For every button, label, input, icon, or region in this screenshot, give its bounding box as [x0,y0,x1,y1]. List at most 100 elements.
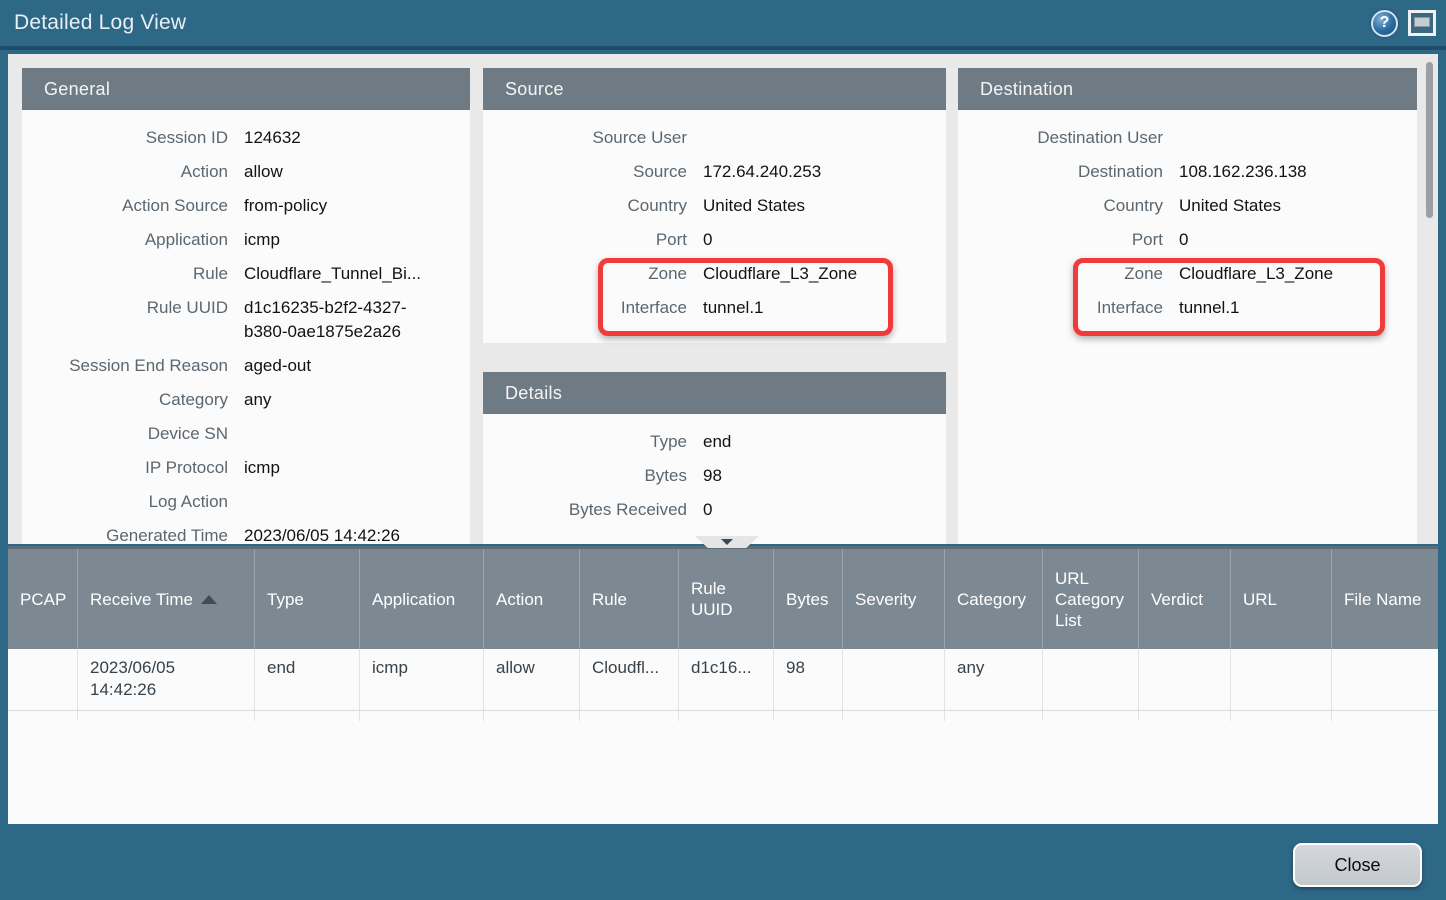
table-row[interactable]: 2023/06/05 14:42:26 end icmp allow Cloud… [8,649,1438,711]
close-button[interactable]: Close [1293,843,1422,887]
column-header-label: Verdict [1151,589,1203,610]
titlebar-icons: ? [1371,10,1446,37]
field-value: 172.64.240.253 [703,160,821,184]
column-header-label: URL Category List [1055,568,1132,631]
field-value: United States [703,194,805,218]
column-header-label: File Name [1344,589,1421,610]
field-value: aged-out [244,354,311,378]
column-header-url[interactable]: URL [1231,549,1332,649]
cell-action: allow [484,649,580,710]
dialog-titlebar: Detailed Log View ? [0,0,1446,50]
chevron-down-icon [721,539,733,545]
column-header-verdict[interactable]: Verdict [1139,549,1231,649]
cell-application: icmp [360,649,484,710]
cell-value: icmp [372,658,408,677]
destination-panel: Destination Destination User Destination… [958,68,1417,544]
field-value: tunnel.1 [1179,296,1240,320]
column-header-label: Application [372,589,455,610]
column-header-receive-time[interactable]: Receive Time [78,549,255,649]
field-row-category: Categoryany [22,388,470,412]
dialog-title: Detailed Log View [0,11,186,35]
column-header-label: Category [957,589,1026,610]
field-row-interface: Interfacetunnel.1 [483,296,946,320]
field-label: Bytes [483,464,687,488]
cell-value: Cloudfl... [592,658,659,677]
column-header-application[interactable]: Application [360,549,484,649]
field-row-session-end-reason: Session End Reason aged-out [22,354,470,378]
column-header-label: Rule UUID [691,578,767,620]
cell-receive-time: 2023/06/05 14:42:26 [78,649,255,710]
help-icon[interactable]: ? [1371,10,1398,37]
field-label: Bytes Received [483,498,687,522]
column-header-label: PCAP [20,589,66,610]
field-label: Rule [22,262,228,286]
field-label: Interface [958,296,1163,320]
column-header-action[interactable]: Action [484,549,580,649]
destination-panel-header: Destination [958,68,1417,110]
field-label: Device SN [22,422,228,446]
field-row-action-source: Action Sourcefrom-policy [22,194,470,218]
field-value: icmp [244,456,280,480]
cell-severity [843,649,945,710]
field-value: any [244,388,271,412]
column-header-type[interactable]: Type [255,549,360,649]
cell-value: end [267,658,295,677]
cell-pcap [8,649,78,710]
field-row-bytes-received: Bytes Received0 [483,498,946,522]
column-header-file-name[interactable]: File Name [1332,549,1438,649]
field-row-log-action: Log Action [22,490,470,514]
cell-url-category-list [1043,649,1139,710]
column-header-bytes[interactable]: Bytes [774,549,843,649]
field-label: IP Protocol [22,456,228,480]
field-label: Destination User [958,126,1163,150]
field-label: Application [22,228,228,252]
column-header-pcap[interactable]: PCAP [8,549,78,649]
field-label: Rule UUID [22,296,228,344]
destination-panel-body: Destination User Destination108.162.236.… [958,110,1417,320]
field-row-session-id: Session ID124632 [22,126,470,150]
general-panel-header: General [22,68,470,110]
field-row-interface: Interface tunnel.1 [958,296,1417,320]
field-row-action: Actionallow [22,160,470,184]
field-row-source-user: Source User [483,126,946,150]
field-row-port: Port 0 [958,228,1417,252]
field-label: Port [958,228,1163,252]
field-row-destination-user: Destination User [958,126,1417,150]
field-value: 0 [1179,228,1188,252]
column-header-url-category-list[interactable]: URL Category List [1043,549,1139,649]
column-header-label: Type [267,589,304,610]
field-label: Action [22,160,228,184]
field-value: d1c16235-b2f2-4327-b380-0ae1875e2a26 [244,296,444,344]
field-value: Cloudflare_Tunnel_Bi... [244,262,421,286]
cell-type: end [255,649,360,710]
column-header-rule[interactable]: Rule [580,549,679,649]
sort-ascending-icon [201,595,217,604]
log-table-header: PCAP Receive Time Type Application Actio… [8,549,1438,649]
column-header-label: URL [1243,589,1277,610]
log-table: PCAP Receive Time Type Application Actio… [8,546,1438,824]
field-label: Session End Reason [22,354,228,378]
column-header-rule-uuid[interactable]: Rule UUID [679,549,774,649]
column-header-label: Rule [592,589,627,610]
general-panel-body: Session ID124632 Actionallow Action Sour… [22,110,470,544]
cell-value: d1c16... [691,658,752,677]
column-header-severity[interactable]: Severity [843,549,945,649]
table-row-separator-stubs [8,711,1438,721]
cell-file-name [1332,649,1438,710]
detail-content-area: General Session ID124632 Actionallow Act… [8,54,1438,544]
field-label: Source User [483,126,687,150]
field-row-port: Port0 [483,228,946,252]
field-label: Country [958,194,1163,218]
field-value: United States [1179,194,1281,218]
details-panel-body: Typeend Bytes 98 Bytes Received0 [483,414,946,522]
field-label: Session ID [22,126,228,150]
column-header-category[interactable]: Category [945,549,1043,649]
field-label: Type [483,430,687,454]
field-value: 98 [703,464,722,488]
column-header-label: Severity [855,589,916,610]
field-row-type: Typeend [483,430,946,454]
vertical-scrollbar-thumb[interactable] [1426,62,1433,218]
field-value: end [703,430,731,454]
field-value: tunnel.1 [703,296,764,320]
window-icon[interactable] [1408,10,1436,36]
